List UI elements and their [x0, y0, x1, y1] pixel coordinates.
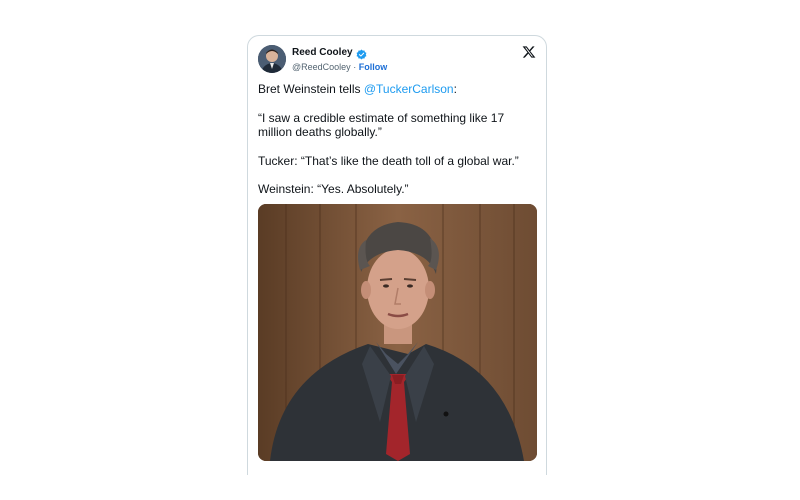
author-avatar[interactable]: [258, 45, 286, 73]
tweet-header: Reed Cooley @ReedCooley · Follow: [258, 45, 536, 75]
intro-prefix: Bret Weinstein tells: [258, 82, 364, 96]
verified-badge-icon: [356, 47, 367, 59]
tweet-quote-2: Tucker: “That’s like the death toll of a…: [258, 153, 519, 168]
handle-row: @ReedCooley · Follow: [292, 61, 387, 73]
tweet-media-image[interactable]: [258, 204, 537, 461]
author-name[interactable]: Reed Cooley: [292, 47, 353, 58]
tweet-text: Bret Weinstein tells @TuckerCarlson: “I …: [258, 82, 534, 211]
tweet-quote-3: Weinstein: “Yes. Absolutely.”: [258, 182, 409, 196]
follow-button[interactable]: Follow: [359, 62, 388, 72]
mention-link[interactable]: @TuckerCarlson: [364, 82, 454, 96]
tweet-line-intro: Bret Weinstein tells @TuckerCarlson:: [258, 82, 534, 97]
author-handle[interactable]: @ReedCooley: [292, 62, 351, 72]
x-logo-icon[interactable]: [522, 45, 536, 59]
tweet-quote-1: “I saw a credible estimate of something …: [258, 110, 505, 140]
separator: ·: [353, 62, 357, 72]
intro-suffix: :: [453, 82, 457, 96]
tweet-card[interactable]: Reed Cooley @ReedCooley · Follow Bret We: [247, 35, 547, 475]
